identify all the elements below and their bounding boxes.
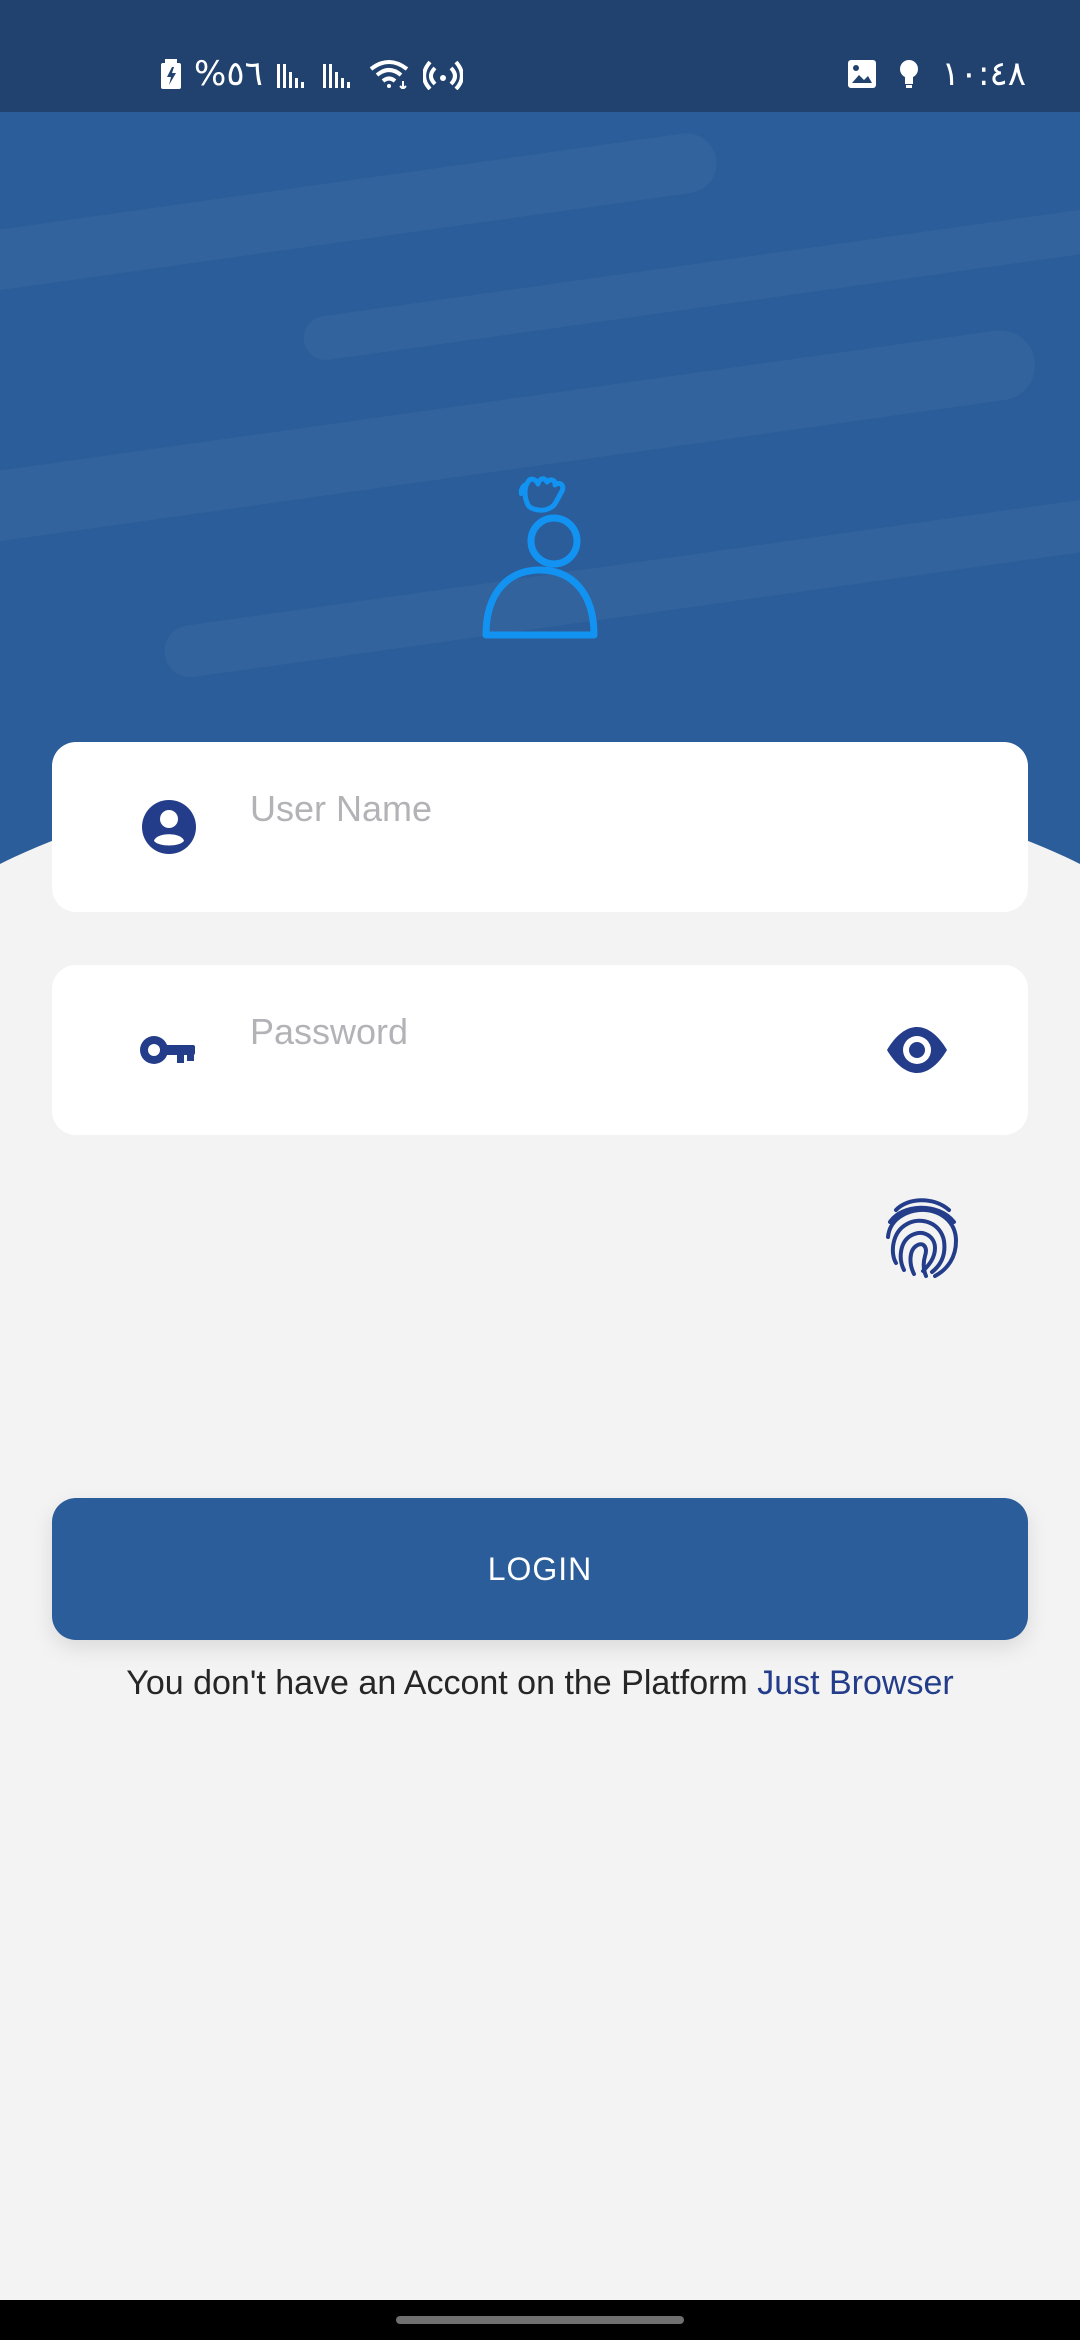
battery-charging-icon [161,59,181,89]
username-card [52,742,1028,912]
login-button[interactable]: LOGIN [52,1498,1028,1640]
clock-time: ١٠:٤٨ [941,54,1026,94]
username-input[interactable] [250,776,890,842]
user-circle-icon [142,800,196,854]
password-input[interactable] [250,999,890,1065]
hero-texture-stroke [161,495,1080,681]
wifi-icon [369,60,409,89]
home-gesture-handle[interactable] [396,2316,684,2324]
battery-percentage: %٥٦ [194,54,263,94]
bulb-icon [900,60,919,88]
hero-texture-stroke [0,129,721,295]
waving-user-icon [482,476,598,639]
status-bar: %٥٦ ١٠:٤٨ [0,0,1080,112]
signup-message: You don't have an Accont on the Platform [126,1664,748,1702]
system-navigation-bar [0,2300,1080,2340]
just-browser-link[interactable]: Just Browser [757,1664,954,1702]
signup-prompt: You don't have an Accont on the Platform… [0,1664,1080,1703]
key-icon [140,1036,195,1064]
eye-icon[interactable] [882,1023,952,1077]
password-card [52,965,1028,1135]
signal-icon [276,64,304,88]
status-left-group: %٥٦ [160,54,463,94]
image-icon [848,60,877,88]
hotspot-icon [422,60,463,90]
status-right-group: ١٠:٤٨ [847,54,1026,94]
signal-icon [322,64,350,88]
fingerprint-icon[interactable] [878,1190,966,1282]
